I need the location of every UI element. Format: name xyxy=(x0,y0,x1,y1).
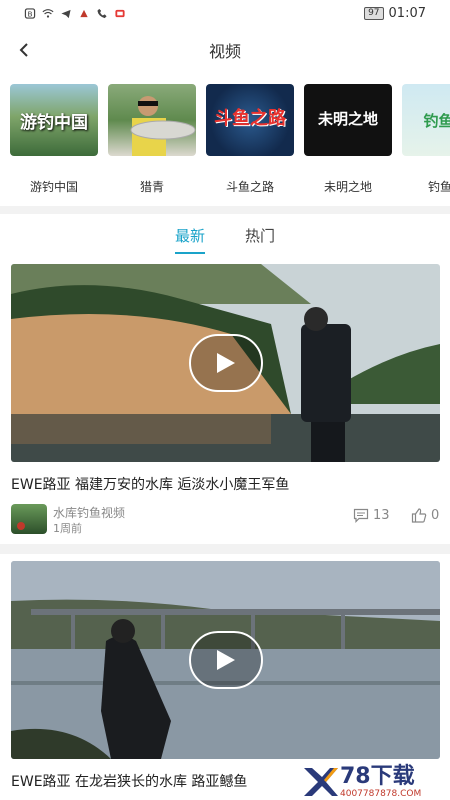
channel-thumbnail xyxy=(108,84,196,156)
avatar[interactable] xyxy=(11,504,47,534)
video-app-icon xyxy=(115,9,125,17)
tab-latest[interactable]: 最新 xyxy=(174,225,206,254)
watermark-subtext: 4007787878.COM xyxy=(340,788,422,799)
svg-text:B: B xyxy=(27,9,32,18)
app-header: 视频 xyxy=(0,26,450,74)
play-icon xyxy=(216,650,235,670)
play-button[interactable] xyxy=(188,334,263,392)
site-watermark: 78下载 4007787878.COM xyxy=(300,764,450,800)
video-meta: 水库钓鱼视频 1周前 13 0 xyxy=(11,504,440,535)
video-thumbnail[interactable] xyxy=(11,561,440,759)
telegram-icon xyxy=(61,9,71,18)
video-title[interactable]: EWE路亚 福建万安的水库 逅淡水小魔王军鱼 xyxy=(11,474,440,494)
phone-icon xyxy=(97,8,107,18)
play-icon xyxy=(216,353,235,373)
play-button[interactable] xyxy=(188,631,263,689)
tab-hot[interactable]: 热门 xyxy=(245,225,275,250)
channel-logo-text: 斗鱼之路 xyxy=(214,108,286,129)
video-thumbnail[interactable] xyxy=(11,264,440,462)
battery-level: 97 xyxy=(364,6,384,20)
chevron-left-icon xyxy=(19,43,28,57)
channel-thumbnail: 游钓中国 xyxy=(10,84,98,156)
comment-icon xyxy=(353,508,369,523)
author-name[interactable]: 水库钓鱼视频 xyxy=(53,504,125,521)
channel-thumbnail: 斗鱼之路 xyxy=(206,84,294,156)
page-title: 视频 xyxy=(208,42,241,61)
channel-item[interactable]: 斗鱼之路 斗鱼之路 xyxy=(206,84,294,195)
wifi-icon xyxy=(42,8,54,18)
comment-count-value: 13 xyxy=(373,508,390,523)
channel-item[interactable]: 钓鱼公 钓鱼公 xyxy=(402,84,450,195)
clock: 01:07 xyxy=(388,5,426,21)
card-divider xyxy=(0,544,450,554)
channel-logo-text: 未明之地 xyxy=(317,110,378,128)
like-count[interactable]: 0 xyxy=(411,508,439,523)
channel-item[interactable]: 猎青 xyxy=(108,84,196,195)
channel-logo-text: 游钓中国 xyxy=(20,113,88,133)
channel-name: 游钓中国 xyxy=(29,180,78,194)
watermark-text: 78下载 xyxy=(340,763,415,789)
channel-name: 猎青 xyxy=(139,180,164,194)
status-bar: B 97 01:07 xyxy=(0,0,450,26)
video-feed: 最新 热门 EWE路亚 福建万安的水库 逅淡水小魔王军鱼 水库钓鱼视频 1周前 … xyxy=(0,214,450,800)
channel-list: 游钓中国 游钓中国 猎青 斗鱼之路 斗鱼之路 未明之地 未明之地 钓鱼公 钓鱼公 xyxy=(0,74,450,206)
channel-name: 斗鱼之路 xyxy=(225,180,274,194)
channel-name: 钓鱼公 xyxy=(427,180,450,194)
channel-item[interactable]: 未明之地 未明之地 xyxy=(304,84,392,195)
post-time: 1周前 xyxy=(53,522,82,535)
channel-thumbnail: 钓鱼公 xyxy=(402,84,450,156)
channel-logo-text: 钓鱼公 xyxy=(423,112,450,130)
channel-thumbnail: 未明之地 xyxy=(304,84,392,156)
angler-photo xyxy=(130,96,196,156)
channel-name: 未明之地 xyxy=(323,180,372,194)
notification-icon: B xyxy=(24,7,36,19)
back-button[interactable] xyxy=(10,36,38,64)
status-icons: B xyxy=(24,7,126,19)
like-count-value: 0 xyxy=(431,508,440,523)
video-card[interactable]: EWE路亚 在龙岩狭长的水库 路亚鳡鱼 xyxy=(11,561,440,791)
comment-count[interactable]: 13 xyxy=(353,508,390,523)
channel-item[interactable]: 游钓中国 游钓中国 xyxy=(10,84,98,195)
video-card[interactable]: EWE路亚 福建万安的水库 逅淡水小魔王军鱼 水库钓鱼视频 1周前 13 0 xyxy=(11,264,440,535)
thumbs-up-icon xyxy=(411,508,427,523)
feed-tabs: 最新 热门 xyxy=(0,214,450,260)
watermark-logo-icon xyxy=(300,764,340,800)
app-icon xyxy=(80,9,88,17)
